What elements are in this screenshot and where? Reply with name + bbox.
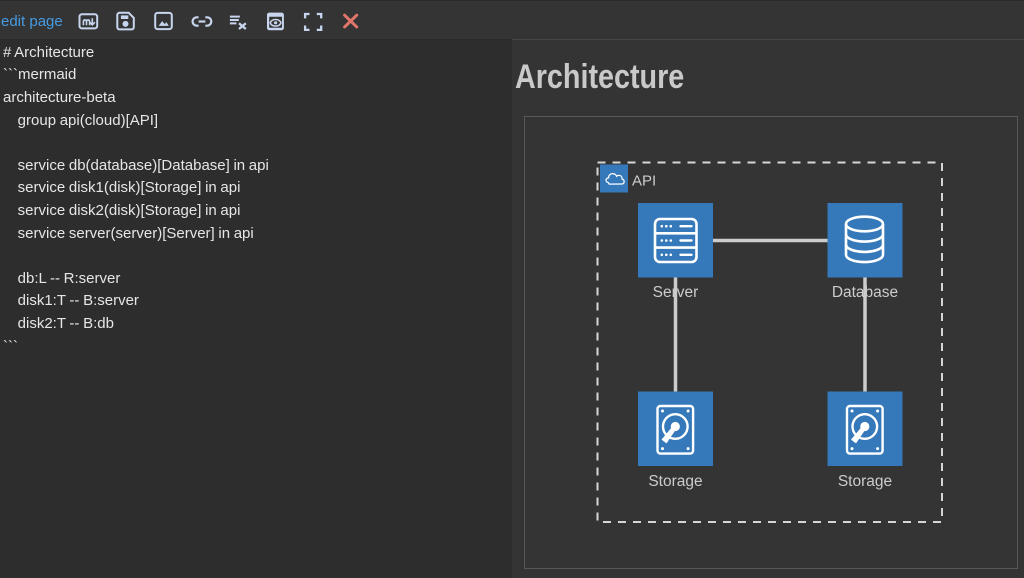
svg-text:Server: Server: [653, 284, 699, 301]
svg-text:Database: Database: [832, 284, 898, 301]
svg-text:Storage: Storage: [838, 473, 892, 490]
svg-text:API: API: [632, 173, 656, 190]
svg-text:Storage: Storage: [648, 473, 702, 490]
